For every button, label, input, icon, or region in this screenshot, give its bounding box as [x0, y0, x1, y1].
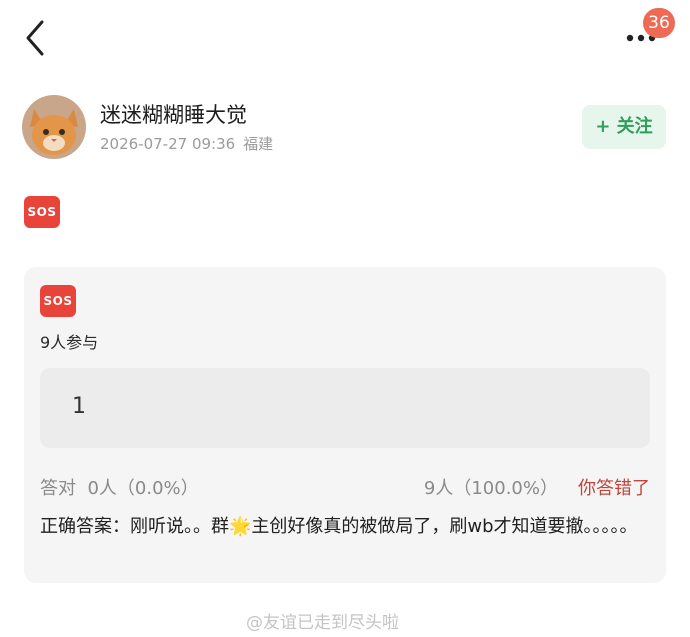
quiz-option-label: 1: [72, 394, 86, 419]
chevron-left-icon: [26, 20, 44, 56]
watermark: @友谊已走到尽头啦: [246, 613, 399, 633]
username[interactable]: 迷迷糊糊睡大觉: [100, 99, 247, 129]
post-meta: 2026-07-27 09:36 福建: [100, 133, 273, 154]
wrong-stats: 9人（100.0%） 你答错了: [424, 474, 650, 500]
correct-label: 答对: [40, 478, 76, 499]
notification-badge: 36: [643, 8, 675, 38]
avatar[interactable]: [22, 95, 86, 159]
quiz-card: SOS 9人参与 1 答对 0人（0.0%） 9人（100.0%） 你答错了 正确…: [24, 267, 666, 583]
wrong-value: 9人（100.0%）: [423, 478, 558, 499]
back-button[interactable]: [20, 18, 52, 58]
participants-count: 9人参与: [40, 333, 99, 352]
follow-button[interactable]: + 关注: [582, 105, 666, 149]
quiz-sos-emoji-icon: SOS: [40, 285, 76, 317]
post-header: 迷迷糊糊睡大觉 2026-07-27 09:36 福建 + 关注: [22, 93, 672, 163]
top-bar: 36: [0, 0, 690, 80]
result-label: 你答错了: [578, 478, 650, 499]
post-location: 福建: [243, 135, 274, 153]
post-time: 2026-07-27 09:36: [100, 135, 236, 153]
quiz-option[interactable]: 1: [40, 368, 650, 448]
post-content: SOS: [24, 196, 60, 228]
sos-emoji-icon: SOS: [24, 196, 60, 228]
correct-answer: 正确答案：刚听说。。群🌟主创好像真的被做局了，刷wb才知道要撤。。。。。: [40, 516, 638, 537]
correct-value: 0人（0.0%）: [87, 478, 199, 499]
correct-stats: 答对 0人（0.0%）: [40, 474, 199, 500]
cat-avatar-image: [22, 95, 86, 159]
